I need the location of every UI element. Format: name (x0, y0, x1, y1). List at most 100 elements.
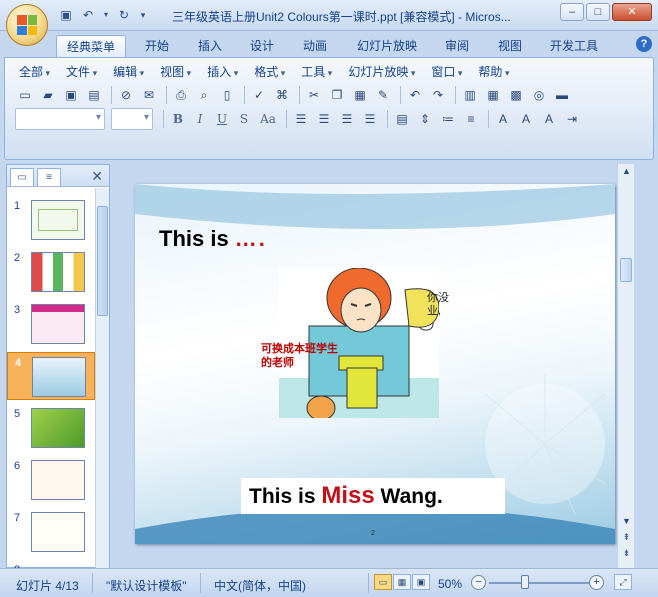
menu-insert[interactable]: 插入 (199, 64, 246, 80)
justify-icon[interactable]: ☰ (360, 109, 380, 129)
font-name-select[interactable] (15, 108, 105, 130)
zoom-out-button[interactable]: − (471, 575, 486, 590)
slideshow-view-button[interactable]: ▣ (412, 574, 430, 590)
numbering-icon[interactable]: ≔ (438, 109, 458, 129)
research-icon[interactable]: ⌘ (272, 85, 292, 105)
zoom-slider-handle[interactable] (521, 575, 529, 589)
slide-thumbnail-5[interactable]: 5 (7, 404, 95, 452)
tab-home[interactable]: 开始 (135, 35, 179, 57)
bold-button[interactable]: B (168, 109, 188, 129)
paste-icon[interactable]: ▦ (350, 85, 370, 105)
grid-icon[interactable]: ▩ (506, 85, 526, 105)
chart-icon[interactable]: ▥ (460, 85, 480, 105)
slide-thumbnail-1[interactable]: 1 (7, 196, 95, 244)
save-icon[interactable]: ▣ (61, 85, 81, 105)
grow-font-icon[interactable]: A (516, 109, 536, 129)
menu-slideshow[interactable]: 幻灯片放映 (340, 64, 423, 80)
zoom-level[interactable]: 50% (438, 577, 462, 591)
fit-to-window-button[interactable]: ⤢ (614, 574, 632, 590)
email-icon[interactable]: ✉ (139, 85, 159, 105)
align-right-icon[interactable]: ☰ (337, 109, 357, 129)
spelling-icon[interactable]: ✓ (249, 85, 269, 105)
menu-window[interactable]: 窗口 (423, 64, 470, 80)
tab-insert[interactable]: 插入 (188, 35, 232, 57)
tab-developer[interactable]: 开发工具 (540, 35, 608, 57)
tab-design[interactable]: 设计 (240, 35, 284, 57)
slide-title[interactable]: This is …. (159, 226, 267, 252)
current-slide[interactable]: This is …. 可换成本班学生 的老师 你没 业, This is Mis… (135, 184, 615, 544)
menu-format[interactable]: 格式 (246, 64, 293, 80)
minimize-button[interactable]: – (560, 3, 584, 21)
undo-icon[interactable]: ↶ (80, 7, 96, 23)
zoom-in-button[interactable]: + (589, 575, 604, 590)
panel-scrollbar[interactable] (95, 188, 109, 568)
columns-icon[interactable]: ▤ (392, 109, 412, 129)
menu-all[interactable]: 全部 (11, 64, 58, 80)
slide-thumbnail-3[interactable]: 3 (7, 300, 95, 348)
color-icon[interactable]: ▬ (552, 85, 572, 105)
slides-tab[interactable]: ▭ (10, 168, 34, 186)
close-panel-icon[interactable]: ✕ (91, 168, 103, 185)
outline-tab[interactable]: ≡ (37, 168, 61, 186)
editor-scroll-thumb[interactable] (620, 258, 632, 282)
align-left-icon[interactable]: ☰ (291, 109, 311, 129)
underline-button[interactable]: U (212, 109, 232, 129)
save-icon[interactable]: ▣ (58, 7, 74, 23)
menu-edit[interactable]: 编辑 (105, 64, 152, 80)
cut-icon[interactable]: ✂ (304, 85, 324, 105)
menu-file[interactable]: 文件 (58, 64, 105, 80)
slide-thumbnail-7[interactable]: 7 (7, 508, 95, 556)
page-icon[interactable]: ▯ (217, 85, 237, 105)
permission-icon[interactable]: ⊘ (116, 85, 136, 105)
tab-animation[interactable]: 动画 (293, 35, 337, 57)
menu-view[interactable]: 视图 (152, 64, 199, 80)
slide-thumbnail-6[interactable]: 6 (7, 456, 95, 504)
preview-icon[interactable]: ⌕ (194, 85, 214, 105)
help-icon[interactable]: ? (636, 36, 652, 52)
tab-slideshow[interactable]: 幻灯片放映 (347, 35, 427, 57)
font-size-select[interactable] (111, 108, 153, 130)
office-button[interactable] (6, 4, 48, 46)
change-case-button[interactable]: Aa (256, 109, 280, 129)
italic-button[interactable]: I (190, 109, 210, 129)
zoom-slider[interactable] (489, 582, 592, 584)
previous-slide-icon[interactable]: ⇞ (618, 532, 635, 543)
new-icon[interactable]: ▭ (15, 85, 35, 105)
shrink-font-icon[interactable]: A (539, 109, 559, 129)
indent-icon[interactable]: ⇥ (562, 109, 582, 129)
tab-classic-menu[interactable]: 经典菜单 (56, 35, 127, 57)
print-preview-icon[interactable]: ▤ (84, 85, 104, 105)
undo-dropdown-icon[interactable]: ▾ (102, 7, 110, 23)
maximize-button[interactable]: □ (586, 3, 610, 21)
undo-icon[interactable]: ↶ (405, 85, 425, 105)
bullets-icon[interactable]: ≡ (461, 109, 481, 129)
align-center-icon[interactable]: ☰ (314, 109, 334, 129)
language-indicator[interactable]: 中文(简体，中国) (214, 577, 306, 594)
next-slide-icon[interactable]: ⇟ (618, 548, 635, 559)
close-button[interactable]: ✕ (612, 3, 652, 21)
hyperlink-icon[interactable]: ◎ (529, 85, 549, 105)
menu-help[interactable]: 帮助 (470, 64, 517, 80)
shadow-button[interactable]: S (234, 109, 254, 129)
editor-scrollbar[interactable]: ▲ ▼ ⇞ ⇟ (617, 164, 634, 568)
scroll-up-icon[interactable]: ▲ (618, 166, 635, 176)
slide-thumbnail-2[interactable]: 2 (7, 248, 95, 296)
teacher-note-caption[interactable]: 可换成本班学生 的老师 (261, 342, 338, 370)
font-color-icon[interactable]: A (493, 109, 513, 129)
slide-thumbnail-4[interactable]: 4 (7, 352, 95, 400)
copy-icon[interactable]: ❐ (327, 85, 347, 105)
normal-view-button[interactable]: ▭ (374, 574, 392, 590)
panel-scroll-thumb[interactable] (97, 206, 108, 316)
format-painter-icon[interactable]: ✎ (373, 85, 393, 105)
redo-icon[interactable]: ↻ (116, 7, 132, 23)
customize-quick-access-icon[interactable]: ▾ (138, 7, 148, 23)
open-icon[interactable]: ▰ (38, 85, 58, 105)
scroll-down-icon[interactable]: ▼ (618, 516, 635, 526)
theme-name[interactable]: "默认设计模板" (106, 577, 187, 594)
print-icon[interactable]: ⎙ (171, 85, 191, 105)
slide-body-text[interactable]: This is Miss Wang. (241, 478, 505, 514)
tab-review[interactable]: 审阅 (435, 35, 479, 57)
text-direction-icon[interactable]: ⇕ (415, 109, 435, 129)
redo-icon[interactable]: ↷ (428, 85, 448, 105)
tab-view[interactable]: 视图 (488, 35, 532, 57)
